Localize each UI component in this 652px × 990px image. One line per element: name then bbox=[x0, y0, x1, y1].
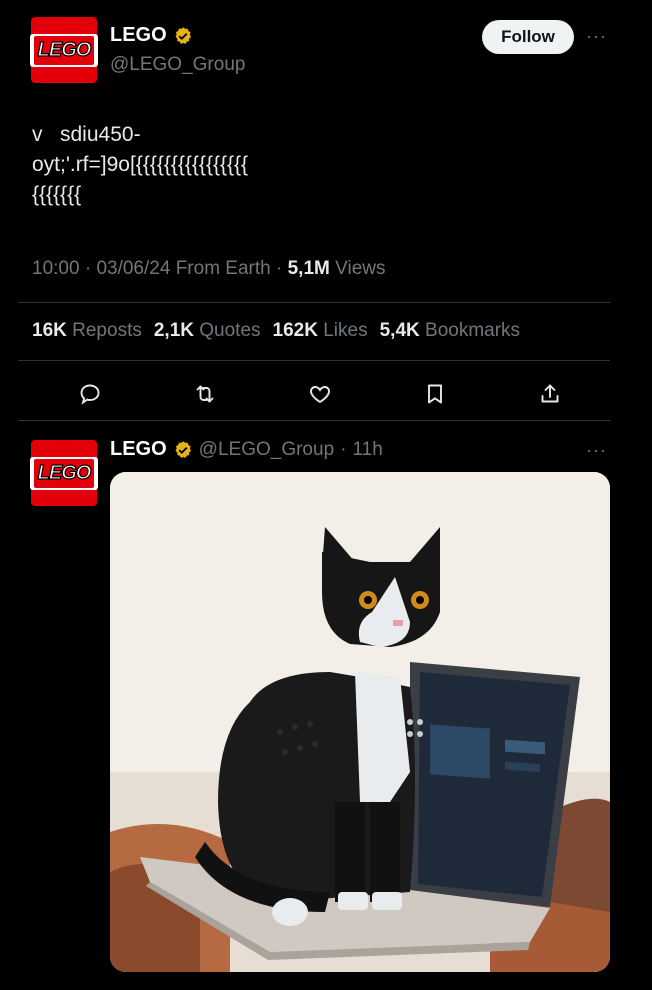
reply-author-line: LEGO @LEGO_Group · 11h bbox=[110, 438, 383, 461]
verified-badge-icon bbox=[175, 440, 191, 458]
engagement-stats: 16K Reposts 2,1K Quotes 162K Likes 5,4K … bbox=[32, 320, 520, 342]
views-label: Views bbox=[335, 258, 386, 279]
like-icon[interactable] bbox=[302, 376, 338, 412]
bookmarks-stat[interactable]: 5,4K Bookmarks bbox=[380, 320, 520, 342]
post-time[interactable]: 10:00 bbox=[32, 258, 80, 279]
author-line: LEGO bbox=[110, 24, 193, 47]
reposts-stat[interactable]: 16K Reposts bbox=[32, 320, 142, 342]
likes-stat[interactable]: 162K Likes bbox=[273, 320, 368, 342]
share-icon[interactable] bbox=[532, 376, 568, 412]
post-text: v sdiu450- oyt;'.rf=]9o[{{{{{{{{{{{{{{{{… bbox=[32, 123, 249, 206]
reply-time[interactable]: 11h bbox=[352, 439, 382, 461]
more-options-icon[interactable]: ··· bbox=[586, 440, 607, 461]
post-source: From Earth bbox=[175, 258, 271, 279]
lego-avatar[interactable]: LEGO bbox=[29, 440, 99, 506]
bookmark-icon[interactable] bbox=[417, 376, 453, 412]
divider bbox=[18, 302, 610, 303]
lego-cat-image bbox=[110, 472, 610, 972]
action-bar bbox=[70, 376, 570, 412]
lego-avatar[interactable]: LEGO bbox=[29, 17, 99, 83]
verified-badge-icon bbox=[175, 26, 191, 44]
repost-icon[interactable] bbox=[187, 376, 223, 412]
post-media-image[interactable] bbox=[110, 472, 610, 972]
author-name[interactable]: LEGO bbox=[110, 24, 167, 47]
post-meta: 10:00 · 03/06/24 From Earth · 5,1M Views bbox=[32, 258, 386, 279]
reply-author-name[interactable]: LEGO bbox=[110, 438, 167, 461]
lego-logo: LEGO bbox=[29, 456, 99, 490]
reply-handle[interactable]: @LEGO_Group bbox=[199, 439, 334, 461]
divider bbox=[18, 420, 610, 421]
reply-icon[interactable] bbox=[72, 376, 108, 412]
author-handle[interactable]: @LEGO_Group bbox=[110, 54, 245, 76]
more-options-icon[interactable]: ··· bbox=[586, 26, 607, 47]
divider bbox=[18, 360, 610, 361]
views-count: 5,1M bbox=[287, 258, 330, 279]
quotes-stat[interactable]: 2,1K Quotes bbox=[154, 320, 261, 342]
follow-button[interactable]: Follow bbox=[482, 20, 574, 54]
lego-logo: LEGO bbox=[29, 33, 99, 67]
post-date[interactable]: 03/06/24 bbox=[96, 258, 170, 279]
